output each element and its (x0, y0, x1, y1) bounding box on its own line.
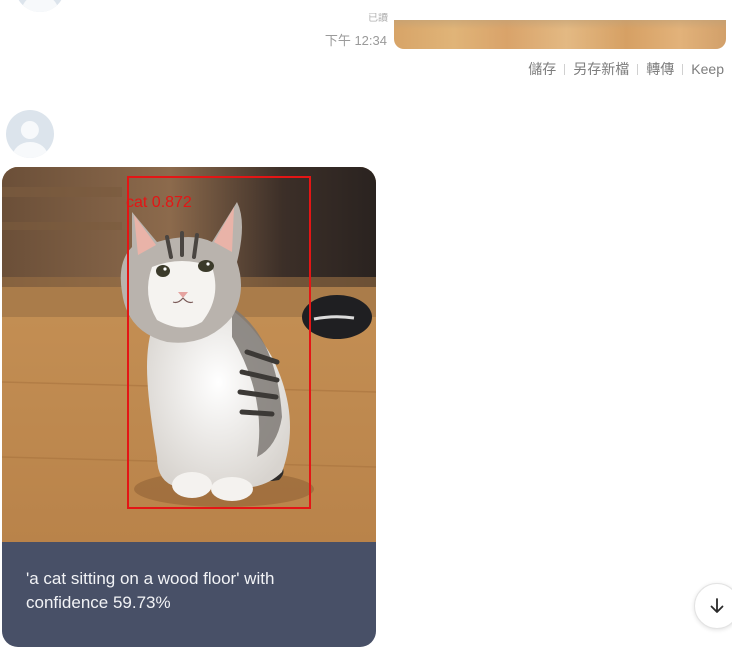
message-timestamp: 下午 12:34 (324, 33, 387, 48)
arrow-down-icon (710, 598, 724, 613)
forward-link[interactable]: 轉傳 (646, 59, 674, 79)
avatar-body (12, 141, 48, 158)
caption-text: 'a cat sitting on a wood floor' with con… (26, 569, 275, 612)
save-link[interactable]: 儲存 (528, 59, 556, 79)
detection-result-card[interactable]: cat 0.872 'a cat sitting on a wood floor… (2, 167, 376, 647)
detection-label: cat 0.872 (126, 194, 192, 211)
detection-bounding-box (127, 176, 311, 509)
sent-image-message[interactable] (394, 20, 726, 49)
divider (564, 63, 566, 75)
scroll-to-bottom-button[interactable] (694, 583, 732, 629)
read-label: 已讀 (368, 13, 388, 24)
divider (637, 63, 639, 75)
image-actions: 儲存 另存新檔 轉傳 Keep (528, 59, 724, 79)
divider (682, 63, 684, 75)
avatar-head (20, 120, 40, 139)
contact-avatar-top[interactable] (15, 0, 65, 12)
keep-link[interactable]: Keep (691, 61, 724, 77)
avatar-body (22, 0, 58, 12)
save-as-link[interactable]: 另存新檔 (573, 59, 629, 79)
bot-avatar[interactable] (6, 110, 54, 158)
